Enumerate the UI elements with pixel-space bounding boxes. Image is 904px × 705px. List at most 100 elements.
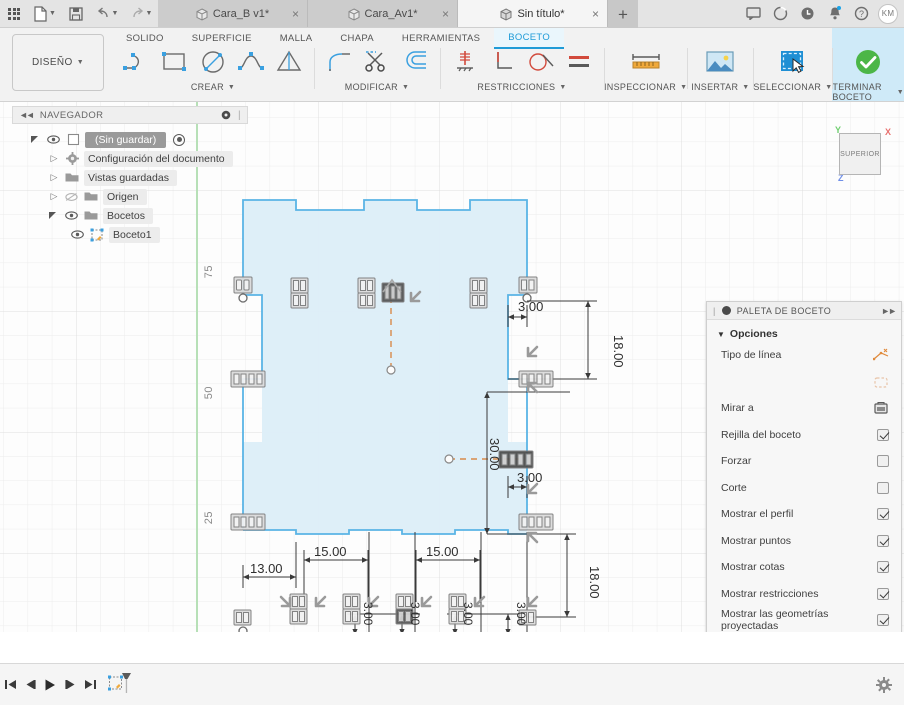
comment-icon[interactable] — [740, 0, 767, 28]
timeline-status-bar — [0, 663, 904, 705]
palette-row-label: Tipo de línea — [721, 349, 782, 362]
palette-menu-icon[interactable] — [721, 306, 731, 315]
timeline-item-boceto1[interactable] — [108, 671, 134, 699]
fusion360-window: ▼ ▼ ▼ Cara_B v1* × Cara_Av1* × Sin títul… — [0, 0, 904, 705]
document-tab-1[interactable]: Cara_Av1* × — [308, 0, 458, 27]
look-at-icon[interactable] — [873, 400, 889, 416]
collapse-left-icon[interactable]: ◄◄ — [19, 110, 35, 120]
rejilla-del-boceto-checkbox[interactable] — [877, 428, 889, 441]
palette-row-mostrar-geometrias-proyectadas[interactable]: Mostrar las geometrías proyectadas — [707, 607, 901, 632]
sketch-canvas[interactable]: 75 50 25 -25 — [0, 102, 904, 632]
panel-settings-icon[interactable] — [221, 110, 231, 120]
rectangle-icon[interactable] — [156, 42, 194, 82]
palette-row-construction[interactable] — [707, 369, 901, 396]
view-cube-face[interactable]: SUPERIOR — [839, 133, 881, 175]
palette-row-mostrar-perfil[interactable]: Mostrar el perfil — [707, 501, 901, 528]
recent-icon[interactable] — [794, 0, 821, 28]
palette-row-forzar[interactable]: Forzar — [707, 448, 901, 475]
expander-icon[interactable] — [30, 135, 42, 144]
select-window-icon[interactable] — [766, 42, 820, 82]
finish-sketch-check-icon[interactable] — [841, 42, 895, 82]
restricciones-label-text: RESTRICCIONES — [477, 82, 556, 92]
insertar-group-label[interactable]: INSERTAR ▼ — [691, 82, 749, 96]
step-back-icon[interactable] — [20, 664, 40, 705]
offset-icon[interactable] — [396, 42, 434, 82]
palette-section-opciones[interactable]: ▼ Opciones — [707, 320, 901, 342]
tree-item-configuracion[interactable]: ▷ Configuración del documento — [12, 149, 248, 168]
spline-icon[interactable] — [232, 42, 270, 82]
palette-row-mostrar-puntos[interactable]: Mostrar puntos — [707, 528, 901, 555]
palette-row-tipo-de-linea[interactable]: Tipo de línea — [707, 342, 901, 369]
arc-icon[interactable] — [118, 42, 156, 82]
construction-geometry-icon[interactable] — [873, 374, 889, 390]
tree-item-root[interactable]: (Sin guardar) — [12, 130, 248, 149]
notifications-icon[interactable] — [821, 0, 848, 28]
crear-group-label[interactable]: CREAR ▼ — [191, 82, 235, 96]
palette-row-corte[interactable]: Corte — [707, 475, 901, 502]
expander-icon[interactable]: ▷ — [48, 172, 60, 183]
tangent-constraint-icon[interactable] — [522, 42, 560, 82]
apps-grid-icon[interactable] — [0, 0, 28, 27]
corte-checkbox[interactable] — [877, 481, 889, 494]
visibility-eye-hidden-icon[interactable] — [64, 192, 79, 202]
new-tab-button[interactable]: + — [608, 0, 638, 28]
restricciones-group-label[interactable]: RESTRICCIONES ▼ — [477, 82, 566, 96]
undo-icon[interactable]: ▼ — [90, 0, 124, 27]
seleccionar-group-label[interactable]: SELECCIONAR ▼ — [753, 82, 832, 96]
mostrar-cotas-checkbox[interactable] — [877, 561, 889, 574]
fillet-icon[interactable] — [320, 42, 358, 82]
palette-row-mostrar-cotas[interactable]: Mostrar cotas — [707, 554, 901, 581]
activate-component-radio[interactable] — [173, 133, 186, 146]
visibility-eye-icon[interactable] — [64, 211, 79, 220]
tree-item-origen[interactable]: ▷ Origen — [12, 187, 248, 206]
axis-tick-75: 75 — [203, 265, 215, 279]
play-icon[interactable] — [40, 664, 60, 705]
mostrar-geometrias-proyectadas-checkbox[interactable] — [877, 614, 889, 627]
visibility-eye-icon[interactable] — [70, 230, 85, 239]
visibility-eye-icon[interactable] — [46, 135, 61, 144]
mostrar-el-perfil-checkbox[interactable] — [877, 508, 889, 521]
avatar[interactable]: KM — [878, 3, 898, 24]
document-tab-0[interactable]: Cara_B v1* × — [158, 0, 308, 27]
modificar-group-label[interactable]: MODIFICAR ▼ — [345, 82, 409, 96]
gear-icon[interactable] — [864, 676, 904, 693]
mostrar-puntos-checkbox[interactable] — [877, 534, 889, 547]
tab-close-icon[interactable]: × — [592, 8, 599, 20]
help-icon[interactable]: ? — [848, 0, 875, 28]
equal-constraint-icon[interactable] — [560, 42, 598, 82]
expander-icon[interactable]: ▷ — [48, 153, 60, 164]
ribbon-group-terminar-boceto[interactable]: TERMINAR BOCETO ▼ — [832, 28, 904, 102]
save-icon[interactable] — [62, 0, 90, 27]
palette-row-rejilla[interactable]: Rejilla del boceto — [707, 422, 901, 449]
expander-icon[interactable]: ▷ — [48, 191, 60, 202]
trim-icon[interactable] — [358, 42, 396, 82]
view-cube[interactable]: Y X Z SUPERIOR — [835, 125, 891, 183]
tree-item-boceto1[interactable]: Boceto1 — [12, 225, 248, 244]
measure-icon[interactable] — [619, 42, 673, 82]
insert-image-icon[interactable] — [693, 42, 747, 82]
new-document-icon[interactable]: ▼ — [28, 0, 62, 27]
tab-close-icon[interactable]: × — [442, 8, 449, 20]
palette-row-mirar-a[interactable]: Mirar a — [707, 395, 901, 422]
redo-icon[interactable]: ▼ — [124, 0, 158, 27]
coincident-constraint-icon[interactable] — [446, 42, 484, 82]
tree-item-vistas-guardadas[interactable]: ▷ Vistas guardadas — [12, 168, 248, 187]
forzar-checkbox[interactable] — [877, 455, 889, 468]
expand-right-icon[interactable]: ►► — [881, 306, 897, 316]
polygon-icon[interactable] — [270, 42, 308, 82]
job-status-icon[interactable] — [767, 0, 794, 28]
inspeccionar-group-label[interactable]: INSPECCIONAR ▼ — [604, 82, 687, 96]
document-tab-2[interactable]: Sin título* × — [458, 0, 608, 27]
tab-close-icon[interactable]: × — [292, 8, 299, 20]
line-type-icon[interactable] — [873, 347, 889, 363]
perpendicular-constraint-icon[interactable] — [484, 42, 522, 82]
go-to-start-icon[interactable] — [0, 664, 20, 705]
tree-item-bocetos[interactable]: Bocetos — [12, 206, 248, 225]
workspace-selector-button[interactable]: DISEÑO ▼ — [12, 34, 104, 91]
step-forward-icon[interactable] — [60, 664, 80, 705]
mostrar-restricciones-checkbox[interactable] — [877, 587, 889, 600]
circle-icon[interactable] — [194, 42, 232, 82]
expander-icon[interactable] — [48, 211, 60, 220]
palette-row-mostrar-restricciones[interactable]: Mostrar restricciones — [707, 581, 901, 608]
go-to-end-icon[interactable] — [80, 664, 100, 705]
